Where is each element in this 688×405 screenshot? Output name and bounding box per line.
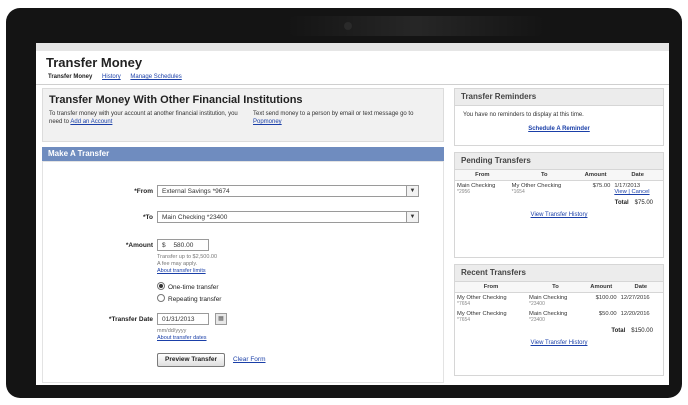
subnav-manage-schedules[interactable]: Manage Schedules <box>130 74 181 80</box>
recent-history-link[interactable]: View Transfer History <box>455 340 663 346</box>
radio-unselected-icon <box>157 294 165 302</box>
pending-transfers-panel: Pending Transfers From To Amount Date Ma… <box>454 152 664 258</box>
clear-form-link[interactable]: Clear Form <box>233 356 266 363</box>
other-institutions-box: Transfer Money With Other Financial Inst… <box>42 88 444 142</box>
table-row: My Other Checking *7654 Main Checking *234… <box>457 295 650 307</box>
from-select[interactable]: External Savings *9674 ▼ <box>157 185 419 197</box>
table-row: Main Checking *2956 My Other Checking *165… <box>457 183 650 195</box>
column-header: Amount <box>583 282 619 293</box>
currency-symbol: $ <box>162 242 166 249</box>
to-select-value: Main Checking *23400 <box>162 214 228 221</box>
subnav: Transfer Money History Manage Schedules <box>48 74 190 80</box>
add-account-link[interactable]: Add an Account <box>70 119 112 125</box>
to-select[interactable]: Main Checking *23400 ▼ <box>157 211 419 223</box>
subnav-history[interactable]: History <box>102 74 121 80</box>
chevron-down-icon: ▼ <box>406 186 418 196</box>
column-header: To <box>527 282 584 293</box>
recent-total: Total $150.00 <box>611 328 653 334</box>
reminders-text: You have no reminders to display at this… <box>463 112 584 118</box>
browser-screen: Transfer Money Transfer Money History Ma… <box>36 43 669 385</box>
amount-hint: Transfer up to $2,500.00 A fee may apply… <box>157 254 218 275</box>
popmoney-link[interactable]: Popmoney <box>253 119 282 125</box>
top-bar <box>36 43 669 51</box>
column-header: From <box>455 282 527 293</box>
chevron-down-icon: ▼ <box>406 212 418 222</box>
amount-label: *Amount <box>125 242 153 249</box>
calendar-icon[interactable]: ▦ <box>215 313 227 325</box>
page-title: Transfer Money <box>46 55 143 70</box>
screen-glare <box>286 16 546 36</box>
tablet-frame: Transfer Money Transfer Money History Ma… <box>6 8 682 398</box>
pending-transfers-table: From To Amount Date Main Checking *2956 M… <box>455 170 663 197</box>
amount-input[interactable]: $ 580.00 <box>157 239 209 251</box>
subnav-transfer-money[interactable]: Transfer Money <box>48 74 92 80</box>
header-divider <box>36 84 669 85</box>
recent-transfers-table: From To Amount Date My Other Checking *76… <box>455 282 663 325</box>
make-transfer-header: Make A Transfer <box>42 147 444 161</box>
transfer-limits-link[interactable]: About transfer limits <box>157 268 217 275</box>
repeating-radio[interactable]: Repeating transfer <box>157 294 221 303</box>
amount-value: 580.00 <box>173 242 194 249</box>
camera-icon <box>344 22 352 30</box>
from-label: *From <box>134 188 153 195</box>
left-column: Transfer Money With Other Financial Inst… <box>42 88 444 385</box>
transfer-reminders-panel: Transfer Reminders You have no reminders… <box>454 88 664 146</box>
other-institutions-right-text: Text send money to a person by email or … <box>253 111 414 125</box>
make-transfer-form: *From External Savings *9674 ▼ *To Main … <box>42 161 444 383</box>
to-label: *To <box>143 214 153 221</box>
column-header: Date <box>612 170 663 181</box>
from-select-value: External Savings *9674 <box>162 188 230 195</box>
radio-selected-icon <box>157 282 165 290</box>
column-header: Date <box>618 282 663 293</box>
column-header: To <box>509 170 579 181</box>
transfer-date-input[interactable]: 01/31/2013 <box>157 313 209 325</box>
schedule-reminder-link[interactable]: Schedule A Reminder <box>455 126 663 132</box>
transfer-dates-link[interactable]: About transfer dates <box>157 335 207 342</box>
column-header: From <box>455 170 510 181</box>
column-header: Amount <box>578 170 613 181</box>
preview-transfer-button[interactable]: Preview Transfer <box>157 353 225 367</box>
pending-transfers-header: Pending Transfers <box>455 153 663 170</box>
pending-total: Total $75.00 <box>614 200 653 206</box>
recent-transfers-panel: Recent Transfers From To Amount Date My … <box>454 264 664 376</box>
other-institutions-left-text: To transfer money with your account at a… <box>49 111 238 125</box>
other-institutions-title: Transfer Money With Other Financial Inst… <box>49 94 303 106</box>
transfer-reminders-header: Transfer Reminders <box>455 89 663 106</box>
recent-transfers-header: Recent Transfers <box>455 265 663 282</box>
view-cancel-links[interactable]: View | Cancel <box>614 189 649 195</box>
transfer-date-label: *Transfer Date <box>108 316 153 323</box>
one-time-radio[interactable]: One-time transfer <box>157 282 219 291</box>
pending-history-link[interactable]: View Transfer History <box>455 212 663 218</box>
date-hint: mm/dd/yyyy About transfer dates <box>157 328 207 342</box>
table-row: My Other Checking *7654 Main Checking *234… <box>457 311 650 323</box>
